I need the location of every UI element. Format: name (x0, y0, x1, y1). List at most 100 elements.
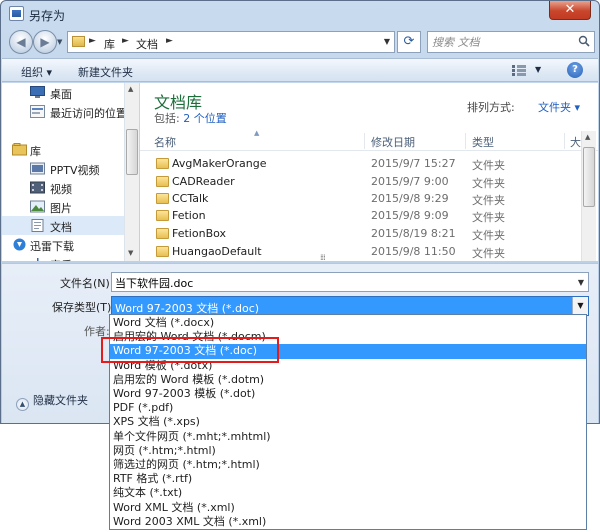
filetype-option[interactable]: Word 97-2003 模板 (*.dot) (110, 387, 586, 401)
refresh-button[interactable]: ⟳ (397, 31, 421, 53)
sidebar-item-libraries[interactable]: 库 (2, 140, 124, 159)
address-bar[interactable]: ► 库 ► 文档 ► ▼ (67, 31, 395, 53)
column-header-date[interactable]: 修改日期 (371, 134, 415, 150)
forward-button[interactable]: ▶ (33, 30, 57, 54)
pane-splitter[interactable]: ⁞⁞⁞ (2, 253, 598, 263)
filetype-label: 保存类型(T): (52, 301, 116, 314)
chevron-down-icon[interactable]: ▼ (578, 278, 584, 287)
arrange-by-label: 排列方式: (467, 101, 515, 114)
file-row[interactable]: CADReader 2015/9/7 9:00 文件夹 (140, 173, 598, 190)
word-app-icon (9, 6, 24, 21)
download-icon (13, 238, 26, 251)
filetype-option[interactable]: Word 模板 (*.dotx) (110, 359, 586, 373)
navigation-scrollbar[interactable]: ▲ ▼ (124, 83, 139, 261)
title-bar: 另存为 ✕ (1, 1, 599, 27)
chevron-down-icon[interactable]: ▼ (572, 297, 588, 315)
navigation-bar: ◀ ▶ ▼ ► 库 ► 文档 ► ▼ ⟳ (5, 27, 595, 57)
filetype-option[interactable]: 单个文件网页 (*.mht;*.mhtml) (110, 430, 586, 444)
file-list-scrollbar[interactable]: ▲ (581, 131, 596, 261)
desktop-icon (30, 86, 45, 98)
sidebar-item-recent-places[interactable]: 最近访问的位置 (2, 102, 124, 121)
back-button[interactable]: ◀ (9, 30, 33, 54)
library-icon (12, 143, 27, 156)
command-toolbar: 组织 ▾ 新建文件夹 ▼ ? (2, 58, 598, 82)
sidebar-item-label: 迅雷下载 (30, 240, 74, 253)
hide-folders-button[interactable]: ▲ 隐藏文件夹 (16, 392, 88, 411)
sidebar-item-pptv-video[interactable]: PPTV视频 (2, 159, 124, 178)
sidebar-item-label: 库 (30, 145, 41, 158)
filetype-select[interactable]: Word 97-2003 文档 (*.doc) ▼ (111, 296, 589, 316)
filetype-option[interactable]: 筛选过的网页 (*.htm;*.html) (110, 458, 586, 472)
splitter-grip-icon[interactable]: ⁞⁞⁞ (320, 253, 326, 262)
file-type: 文件夹 (472, 159, 505, 172)
filetype-option[interactable]: XPS 文档 (*.xps) (110, 415, 586, 429)
organize-button[interactable]: 组织 ▾ (21, 64, 52, 80)
chevron-right-icon[interactable]: ► (166, 36, 173, 46)
filename-input[interactable] (115, 275, 555, 290)
arrange-by-dropdown[interactable]: 文件夹 ▾ (538, 99, 580, 115)
view-options-icon[interactable] (512, 65, 526, 76)
sort-ascending-icon: ▲ (254, 129, 260, 137)
sidebar-item-pictures[interactable]: 图片 (2, 197, 124, 216)
scroll-up-icon[interactable]: ▲ (585, 133, 590, 141)
help-icon[interactable]: ? (567, 62, 583, 78)
breadcrumb-library[interactable]: 库 (104, 36, 115, 52)
filetype-option[interactable]: 启用宏的 Word 模板 (*.dotm) (110, 373, 586, 387)
file-row[interactable]: Fetion 2015/9/8 9:09 文件夹 (140, 207, 598, 224)
file-row[interactable]: CCTalk 2015/9/8 9:29 文件夹 (140, 190, 598, 207)
filetype-option[interactable]: Word 文档 (*.docx) (110, 316, 586, 330)
scroll-up-icon[interactable]: ▲ (128, 85, 133, 93)
file-row[interactable]: AvgMakerOrange 2015/9/7 15:27 文件夹 (140, 155, 598, 172)
filetype-option[interactable]: 启用宏的 Word 文档 (*.docm) (110, 330, 586, 344)
new-folder-button[interactable]: 新建文件夹 (78, 64, 133, 80)
filetype-option-selected[interactable]: Word 97-2003 文档 (*.doc) (110, 344, 586, 359)
includes-label: 包括: (154, 112, 180, 125)
close-button[interactable]: ✕ (549, 1, 591, 20)
filename-label: 文件名(N): (60, 277, 114, 290)
sidebar-item-label: PPTV视频 (50, 164, 100, 177)
sidebar-item-video[interactable]: 视频 (2, 178, 124, 197)
chevron-right-icon[interactable]: ► (122, 36, 129, 46)
window-title: 另存为 (29, 9, 66, 23)
recent-pages-dropdown[interactable]: ▼ (57, 38, 62, 46)
filetype-option[interactable]: 纯文本 (*.txt) (110, 486, 586, 500)
view-dropdown-icon[interactable]: ▼ (535, 65, 541, 74)
filetype-option[interactable]: 网页 (*.htm;*.html) (110, 444, 586, 458)
sidebar-item-thunder-download[interactable]: 迅雷下载 (2, 235, 124, 254)
file-type: 文件夹 (472, 229, 505, 242)
file-type: 文件夹 (472, 194, 505, 207)
folder-icon (156, 210, 169, 221)
file-list-pane: 文档库 包括: 2 个位置 排列方式: 文件夹 ▾ ▲ 名称 修改日期 类型 大… (140, 83, 598, 261)
filetype-dropdown-list: Word 文档 (*.docx) 启用宏的 Word 文档 (*.docm) W… (109, 314, 587, 530)
file-date: 2015/8/19 8:21 (371, 227, 456, 240)
address-dropdown-icon[interactable]: ▼ (384, 37, 390, 46)
column-header-name[interactable]: 名称 (154, 134, 176, 150)
column-header-type[interactable]: 类型 (472, 134, 494, 150)
folder-icon (156, 176, 169, 187)
scrollbar-thumb[interactable] (583, 147, 595, 207)
search-input[interactable] (432, 34, 572, 50)
column-divider[interactable] (564, 133, 565, 149)
filetype-option[interactable]: Word XML 文档 (*.xml) (110, 501, 586, 515)
filename-combobox[interactable]: ▼ (111, 272, 589, 292)
sidebar-item-desktop[interactable]: 桌面 (2, 83, 124, 102)
column-divider[interactable] (364, 133, 365, 149)
refresh-icon: ⟳ (403, 34, 415, 49)
filetype-option[interactable]: RTF 格式 (*.rtf) (110, 472, 586, 486)
includes-locations-link[interactable]: 2 个位置 (183, 112, 227, 125)
file-name: CADReader (172, 175, 235, 188)
column-divider[interactable] (465, 133, 466, 149)
search-icon[interactable] (578, 35, 590, 47)
breadcrumb-documents[interactable]: 文档 (136, 36, 158, 52)
scrollbar-thumb[interactable] (126, 129, 138, 175)
column-header-size[interactable]: 大 (570, 134, 581, 150)
file-row[interactable]: FetionBox 2015/8/19 8:21 文件夹 (140, 225, 598, 242)
filetype-option[interactable]: PDF (*.pdf) (110, 401, 586, 415)
search-box[interactable] (427, 31, 595, 53)
chevron-right-icon[interactable]: ► (89, 36, 96, 46)
filetype-option[interactable]: Word 2003 XML 文档 (*.xml) (110, 515, 586, 529)
author-label: 作者: (84, 325, 110, 338)
sidebar-item-label: 文档 (50, 221, 72, 234)
sidebar-item-documents[interactable]: 文档 (2, 216, 124, 235)
sidebar-item-label: 视频 (50, 183, 72, 196)
